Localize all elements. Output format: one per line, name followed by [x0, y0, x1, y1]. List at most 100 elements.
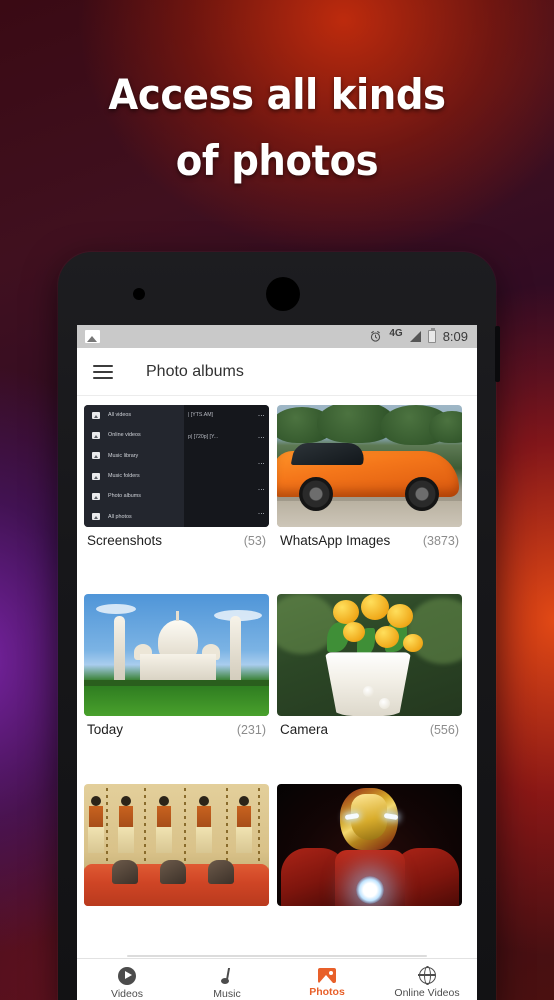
album-tile-today[interactable]: Today (231): [84, 594, 269, 783]
album-meta: Today (231): [84, 716, 269, 749]
vase-shape: [325, 652, 411, 717]
music-folder-icon: [92, 472, 100, 480]
app-toolbar: Photo albums: [77, 348, 477, 396]
drawer-item-label: Photo albums: [108, 493, 141, 500]
globe-icon: [417, 966, 436, 986]
signal-bars-icon: [409, 331, 421, 342]
album-name: Screenshots: [87, 533, 163, 548]
status-bar-clock: 8:09: [442, 329, 468, 344]
navigation-drawer-panel: All videos Online videos Music library M…: [84, 405, 184, 527]
hieroglyph-column-shape: [258, 787, 260, 864]
album-tile-ironman[interactable]: [277, 783, 462, 958]
album-count: (3873): [422, 534, 459, 548]
album-name: Camera: [280, 722, 329, 738]
promo-background: Access all kinds of photos 4G 8:09 Photo…: [0, 0, 554, 1000]
egyptian-figure-shape: [118, 795, 135, 854]
phone-earpiece: [266, 277, 300, 311]
bottom-navigation-bar: Videos Music Photos Online Videos: [77, 958, 477, 1000]
status-bar-right-group: 4G 8:09: [369, 328, 468, 344]
album-thumbnail-iron-man[interactable]: [277, 783, 462, 906]
page-title: Photo albums: [146, 362, 244, 380]
nav-label: Online Videos: [394, 987, 460, 999]
video-folder-icon: [92, 411, 100, 419]
album-thumbnail-drawer-screenshot[interactable]: | [YTS.AM] ⋮ p| [720p] [Y... ⋮ ⋮ ⋮ ⋮ All v…: [84, 405, 269, 527]
minaret-shape: [230, 616, 241, 691]
drawer-item-label: Online videos: [108, 432, 141, 439]
drawer-item-photo-albums[interactable]: Photo albums: [84, 486, 184, 506]
cushion-shape: [112, 859, 138, 884]
drawer-item-music-folders[interactable]: Music folders: [84, 466, 184, 486]
drawer-item-label: All photos: [108, 513, 132, 520]
album-meta: Screenshots (53): [84, 527, 269, 560]
egyptian-figure-shape: [196, 795, 213, 854]
nav-item-videos[interactable]: Videos: [77, 966, 177, 1000]
overflow-menu-icon: ⋮: [257, 485, 264, 493]
hieroglyph-column-shape: [226, 787, 228, 864]
cushion-shape: [160, 859, 186, 884]
overflow-menu-icon: ⋮: [257, 411, 264, 419]
album-thumbnail-taj-mahal[interactable]: [84, 594, 269, 717]
album-tile-camera[interactable]: Camera (556): [277, 594, 462, 783]
nav-item-music[interactable]: Music: [177, 967, 277, 1000]
album-count: (231): [236, 723, 266, 738]
drawer-file-label-0: | [YTS.AM]: [188, 412, 213, 418]
overflow-menu-icon: ⋮: [257, 433, 264, 441]
scroll-indicator: [127, 955, 427, 957]
album-name: WhatsApp Images: [280, 533, 391, 548]
car-wheel-shape: [405, 477, 439, 511]
overflow-menu-icon: ⋮: [257, 459, 264, 467]
flower-bloom-shape: [333, 600, 359, 625]
cloud-shape: [96, 604, 136, 615]
album-meta: [277, 906, 462, 924]
overflow-menu-icon: ⋮: [257, 509, 264, 517]
album-meta: Camera (556): [277, 716, 462, 749]
headline-line-1: Access all kinds: [108, 70, 446, 119]
album-grid: | [YTS.AM] ⋮ p| [720p] [Y... ⋮ ⋮ ⋮ ⋮ All v…: [77, 396, 477, 958]
drawer-screenshot-file-rows: | [YTS.AM] ⋮ p| [720p] [Y... ⋮ ⋮ ⋮ ⋮: [188, 405, 265, 525]
phone-screen: 4G 8:09 Photo albums | [YTS.AM] ⋮ p| [72…: [77, 325, 477, 1000]
network-type-label: 4G: [389, 328, 403, 339]
photo-album-icon: [92, 492, 100, 500]
nav-item-photos[interactable]: Photos: [277, 968, 377, 998]
headline-line-2: of photos: [175, 136, 379, 185]
gallery-icon: [85, 330, 100, 343]
tree-shape: [429, 411, 462, 443]
drawer-item-music-library[interactable]: Music library: [84, 446, 184, 466]
flower-bloom-shape: [361, 594, 389, 621]
drawer-item-all-videos[interactable]: All videos: [84, 405, 184, 425]
battery-icon: [427, 328, 436, 343]
car-windshield-shape: [290, 443, 368, 465]
drawer-item-label: Music library: [108, 452, 139, 459]
hamburger-menu-icon[interactable]: [93, 364, 113, 379]
album-thumbnail-egyptian-mural-sofa[interactable]: [84, 783, 269, 906]
drawer-item-label: All videos: [108, 412, 132, 419]
nav-label: Music: [213, 987, 241, 1000]
drawer-file-label-1: p| [720p] [Y...: [188, 434, 219, 440]
foliage-shape: [407, 598, 462, 665]
nav-item-online-videos[interactable]: Online Videos: [377, 966, 477, 999]
drawer-item-all-photos[interactable]: All photos: [84, 506, 184, 526]
online-video-icon: [92, 431, 100, 439]
album-meta: WhatsApp Images (3873): [277, 527, 462, 560]
album-tile-whatsapp-images[interactable]: WhatsApp Images (3873): [277, 405, 462, 594]
hieroglyph-column-shape: [144, 787, 146, 864]
drawer-item-online-videos[interactable]: Online videos: [84, 425, 184, 445]
album-tile-screenshots[interactable]: | [YTS.AM] ⋮ p| [720p] [Y... ⋮ ⋮ ⋮ ⋮ All v…: [84, 405, 269, 594]
phone-front-camera: [133, 288, 145, 300]
egyptian-figure-shape: [88, 795, 105, 854]
music-note-icon: [218, 967, 236, 985]
arc-reactor-shape: [356, 875, 384, 904]
play-circle-icon: [118, 966, 136, 985]
album-thumbnail-orange-sports-car[interactable]: [277, 405, 462, 527]
phone-power-button[interactable]: [495, 326, 500, 382]
album-count: (556): [429, 723, 459, 738]
nav-label: Videos: [111, 987, 143, 1000]
photo-image-icon: [318, 968, 336, 983]
egyptian-figure-shape: [236, 795, 253, 854]
music-library-icon: [92, 452, 100, 460]
lawn-shape: [84, 686, 269, 717]
egyptian-figure-shape: [156, 795, 173, 854]
album-meta: [84, 906, 269, 924]
album-thumbnail-yellow-flowers-vase[interactable]: [277, 594, 462, 717]
album-tile-egyptian[interactable]: [84, 783, 269, 958]
